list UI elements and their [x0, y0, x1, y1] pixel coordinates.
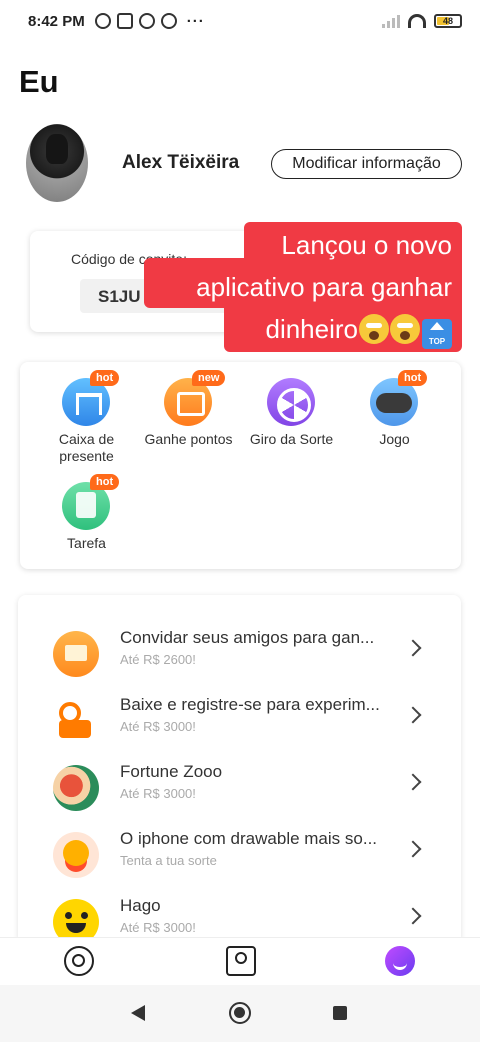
gallery-icon — [116, 13, 133, 29]
features-grid: hot Caixa de presente new Ganhe pontos G… — [20, 362, 461, 569]
banner-line-2: aplicativo para ganhar — [196, 272, 452, 302]
username: Alex Tëixëira — [122, 152, 240, 173]
status-notification-icons: ··· — [94, 12, 205, 30]
feature-task[interactable]: hot Tarefa — [34, 474, 139, 555]
invite-envelope-icon — [53, 631, 99, 677]
coin-icon — [53, 832, 99, 878]
wifi-icon — [408, 14, 426, 28]
list-item-subtitle: Até R$ 2600! — [120, 652, 196, 667]
feature-label: Tarefa — [67, 535, 106, 551]
list-item-subtitle: Tenta a tua sorte — [120, 853, 217, 868]
banner-line-3: dinheiro TOP — [265, 314, 452, 349]
more-notifications: ··· — [186, 12, 205, 30]
hot-badge: hot — [90, 370, 120, 386]
feature-label: Ganhe pontos — [144, 431, 233, 447]
list-item-title: O iphone com drawable mais so... — [120, 829, 378, 848]
fortune-zooo-icon — [53, 765, 99, 811]
chevron-right-icon — [404, 773, 422, 791]
kwai-icon — [53, 698, 99, 744]
battery-level: 48 — [442, 16, 453, 26]
signal-icon — [382, 14, 400, 28]
recent-apps-icon[interactable] — [333, 1006, 347, 1020]
list-item-title: Baixe e registre-se para experim... — [120, 695, 380, 714]
feature-game[interactable]: hot Jogo — [342, 370, 447, 466]
whatsapp-icon — [138, 13, 155, 29]
banner-line-1: Lançou o novo — [281, 230, 452, 260]
feature-label: Giro da Sorte — [249, 431, 334, 447]
page-title: Eu — [19, 64, 59, 99]
feature-label: Caixa de presente — [58, 431, 115, 464]
list-item-subtitle: Até R$ 3000! — [120, 719, 196, 734]
scream-emoji-icon — [390, 314, 420, 344]
banner-line-3-text: dinheiro — [265, 314, 358, 344]
feature-label: Jogo — [379, 431, 410, 447]
feature-earn-points[interactable]: new Ganhe pontos — [136, 370, 241, 466]
hot-badge: hot — [90, 474, 120, 490]
back-icon[interactable] — [131, 1005, 145, 1021]
home-icon[interactable] — [229, 1002, 251, 1024]
contacts-tab-icon[interactable] — [226, 946, 256, 976]
chevron-right-icon — [404, 639, 422, 657]
scream-emoji-icon — [359, 314, 389, 344]
battery-icon: 48 — [434, 14, 462, 28]
me-tab-icon[interactable] — [385, 946, 415, 976]
alarm-icon — [94, 13, 111, 29]
status-time: 8:42 PM — [28, 12, 85, 30]
list-item-subtitle: Até R$ 3000! — [120, 920, 196, 935]
new-badge: new — [192, 370, 226, 386]
wheel-icon — [267, 378, 315, 426]
bottom-tab-bar — [0, 937, 480, 985]
chevron-right-icon — [404, 907, 422, 925]
hot-badge: hot — [398, 370, 428, 386]
system-nav-bar — [0, 985, 480, 1042]
music-icon — [160, 13, 177, 29]
promo-banner[interactable]: Lançou o novo aplicativo para ganhar din… — [144, 222, 462, 352]
list-item-title: Hago — [120, 896, 161, 915]
list-item[interactable]: Convidar seus amigos para gan... Até R$ … — [18, 622, 461, 689]
offers-list: Convidar seus amigos para gan... Até R$ … — [18, 595, 461, 945]
list-item[interactable]: Baixe e registre-se para experim... Até … — [18, 689, 461, 756]
home-tab-icon[interactable] — [64, 946, 94, 976]
chevron-right-icon — [404, 706, 422, 724]
list-item-title: Fortune Zooo — [120, 762, 223, 781]
list-item-title: Convidar seus amigos para gan... — [120, 628, 375, 647]
list-item[interactable]: O iphone com drawable mais so... Tenta a… — [18, 823, 461, 890]
status-bar: 8:42 PM ··· 48 — [0, 0, 480, 42]
list-item[interactable]: Fortune Zooo Até R$ 3000! — [18, 756, 461, 823]
avatar[interactable] — [26, 124, 88, 202]
feature-gift-box[interactable]: hot Caixa de presente — [34, 370, 139, 466]
chevron-right-icon — [404, 840, 422, 858]
feature-lucky-wheel[interactable]: Giro da Sorte — [239, 376, 344, 466]
top-emoji-icon: TOP — [422, 319, 452, 349]
list-item-subtitle: Até R$ 3000! — [120, 786, 196, 801]
edit-profile-button[interactable]: Modificar informação — [271, 149, 462, 179]
